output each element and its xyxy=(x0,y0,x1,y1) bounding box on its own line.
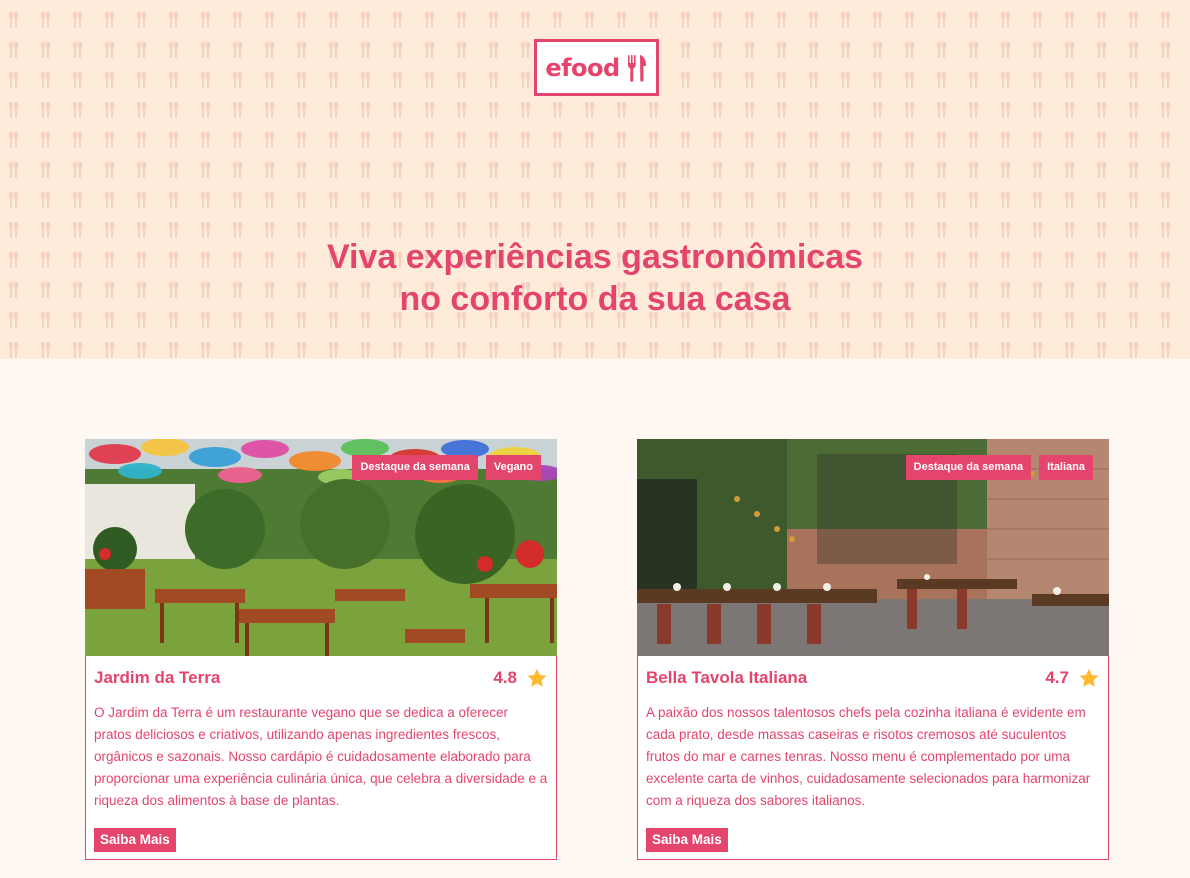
tag-category: Vegano xyxy=(485,455,541,480)
restaurant-name: Jardim da Terra xyxy=(94,668,221,687)
hero-title-line-1: Viva experiências gastronômicas xyxy=(326,238,864,276)
star-icon xyxy=(527,668,547,687)
tag-highlight: Destaque da semana xyxy=(352,455,478,480)
restaurant-photo: Destaque da semana Italiana xyxy=(637,439,1109,656)
saiba-mais-button[interactable]: Saiba Mais xyxy=(94,828,176,852)
card-tags: Destaque da semana Italiana xyxy=(905,455,1093,480)
hero-banner: efood Viva experiências gastronômicas no… xyxy=(0,0,1190,359)
efood-logo[interactable]: efood xyxy=(534,39,659,96)
rating-value: 4.7 xyxy=(1045,668,1069,687)
rating-value: 4.8 xyxy=(493,668,517,687)
star-icon xyxy=(1079,668,1099,687)
hero-title-line-2: no conforto da sua casa xyxy=(399,280,791,318)
restaurant-name: Bella Tavola Italiana xyxy=(646,668,808,687)
restaurant-description: O Jardim da Terra é um restaurante vegan… xyxy=(94,705,548,808)
card-tags: Destaque da semana Vegano xyxy=(352,455,541,480)
rating: 4.8 xyxy=(493,668,548,689)
card-header: Bella Tavola Italiana 4.7 xyxy=(646,666,1100,690)
saiba-mais-button[interactable]: Saiba Mais xyxy=(646,828,728,852)
card-header: Jardim da Terra 4.8 xyxy=(94,666,548,690)
hero-title: Viva experiências gastronômicas no confo… xyxy=(0,236,1190,320)
restaurant-description: A paixão dos nossos talentosos chefs pel… xyxy=(646,705,1091,808)
restaurant-card-jardim-da-terra: Destaque da semana Vegano Jardim da Terr… xyxy=(85,439,557,860)
tag-category: Italiana xyxy=(1039,455,1093,480)
rating: 4.7 xyxy=(1045,668,1100,689)
restaurant-card-bella-tavola: Destaque da semana Italiana Bella Tavola… xyxy=(637,439,1109,860)
logo-text: efood xyxy=(545,53,620,82)
cutlery-icon xyxy=(627,54,646,82)
restaurant-photo: Destaque da semana Vegano xyxy=(85,439,557,656)
tag-highlight: Destaque da semana xyxy=(905,455,1032,480)
